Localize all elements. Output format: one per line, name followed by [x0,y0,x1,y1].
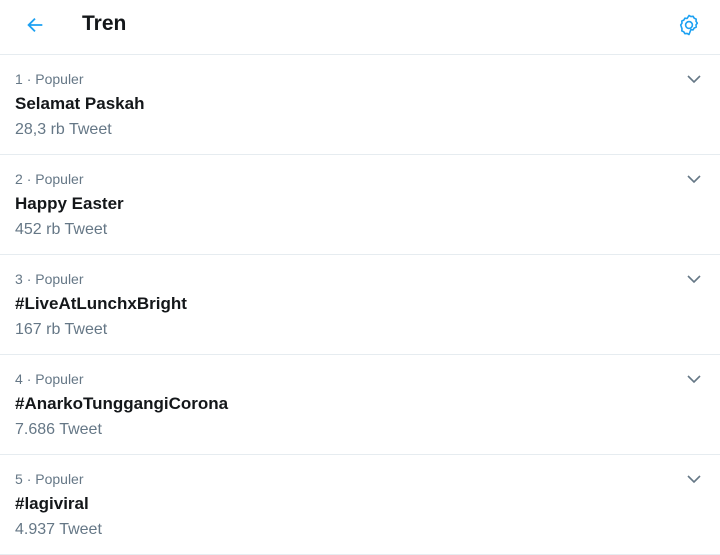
trend-tweet-count: 4.937 Tweet [15,521,102,538]
chevron-down-icon [687,275,701,284]
trend-item[interactable]: 4 · Populer #AnarkoTunggangiCorona 7.686… [0,355,720,455]
chevron-down-icon [687,475,701,484]
page-header: Tren [0,0,720,55]
trend-menu-button[interactable] [684,69,704,89]
trend-item[interactable]: 5 · Populer #lagiviral 4.937 Tweet [0,455,720,555]
trend-menu-button[interactable] [684,169,704,189]
trend-separator: · [26,71,32,87]
trend-category: Populer [35,471,84,487]
trend-meta: 1 · Populer [15,70,84,88]
chevron-down-icon [687,75,701,84]
arrow-left-icon [27,17,43,33]
trend-tweet-count: 7.686 Tweet [15,421,102,438]
trend-rank: 3 [15,271,23,287]
trend-tweet-count: 167 rb Tweet [15,321,108,338]
trend-separator: · [26,471,32,487]
trend-meta: 4 · Populer [15,370,84,388]
trend-separator: · [26,271,32,287]
trends-list: 1 · Populer Selamat Paskah 28,3 rb Tweet… [0,55,720,555]
trend-category: Populer [35,171,84,187]
trend-rank: 1 [15,71,23,87]
chevron-down-icon [687,175,701,184]
chevron-down-icon [687,375,701,384]
trend-separator: · [26,171,32,187]
trend-menu-button[interactable] [684,269,704,289]
trend-category: Populer [35,71,84,87]
page-title: Tren [82,12,127,35]
trend-name: #AnarkoTunggangiCorona [15,394,229,413]
gear-icon [679,14,699,36]
trend-rank: 2 [15,171,23,187]
trend-tweet-count: 28,3 rb Tweet [15,121,112,138]
trend-meta: 2 · Populer [15,170,84,188]
trend-item[interactable]: 3 · Populer #LiveAtLunchxBright 167 rb T… [0,255,720,355]
trend-meta: 5 · Populer [15,470,84,488]
settings-button[interactable] [672,8,706,42]
trend-meta: 3 · Populer [15,270,84,288]
trend-name: #lagiviral [15,494,89,513]
trend-name: Selamat Paskah [15,94,145,113]
back-button[interactable] [18,8,52,42]
trend-category: Populer [35,271,84,287]
trend-rank: 5 [15,471,23,487]
trend-item[interactable]: 2 · Populer Happy Easter 452 rb Tweet [0,155,720,255]
trend-item[interactable]: 1 · Populer Selamat Paskah 28,3 rb Tweet [0,55,720,155]
trend-name: #LiveAtLunchxBright [15,294,187,313]
trend-name: Happy Easter [15,194,124,213]
trend-menu-button[interactable] [684,469,704,489]
trend-category: Populer [35,371,84,387]
trend-menu-button[interactable] [684,369,704,389]
trend-separator: · [26,371,32,387]
trend-tweet-count: 452 rb Tweet [15,221,108,238]
trend-rank: 4 [15,371,23,387]
